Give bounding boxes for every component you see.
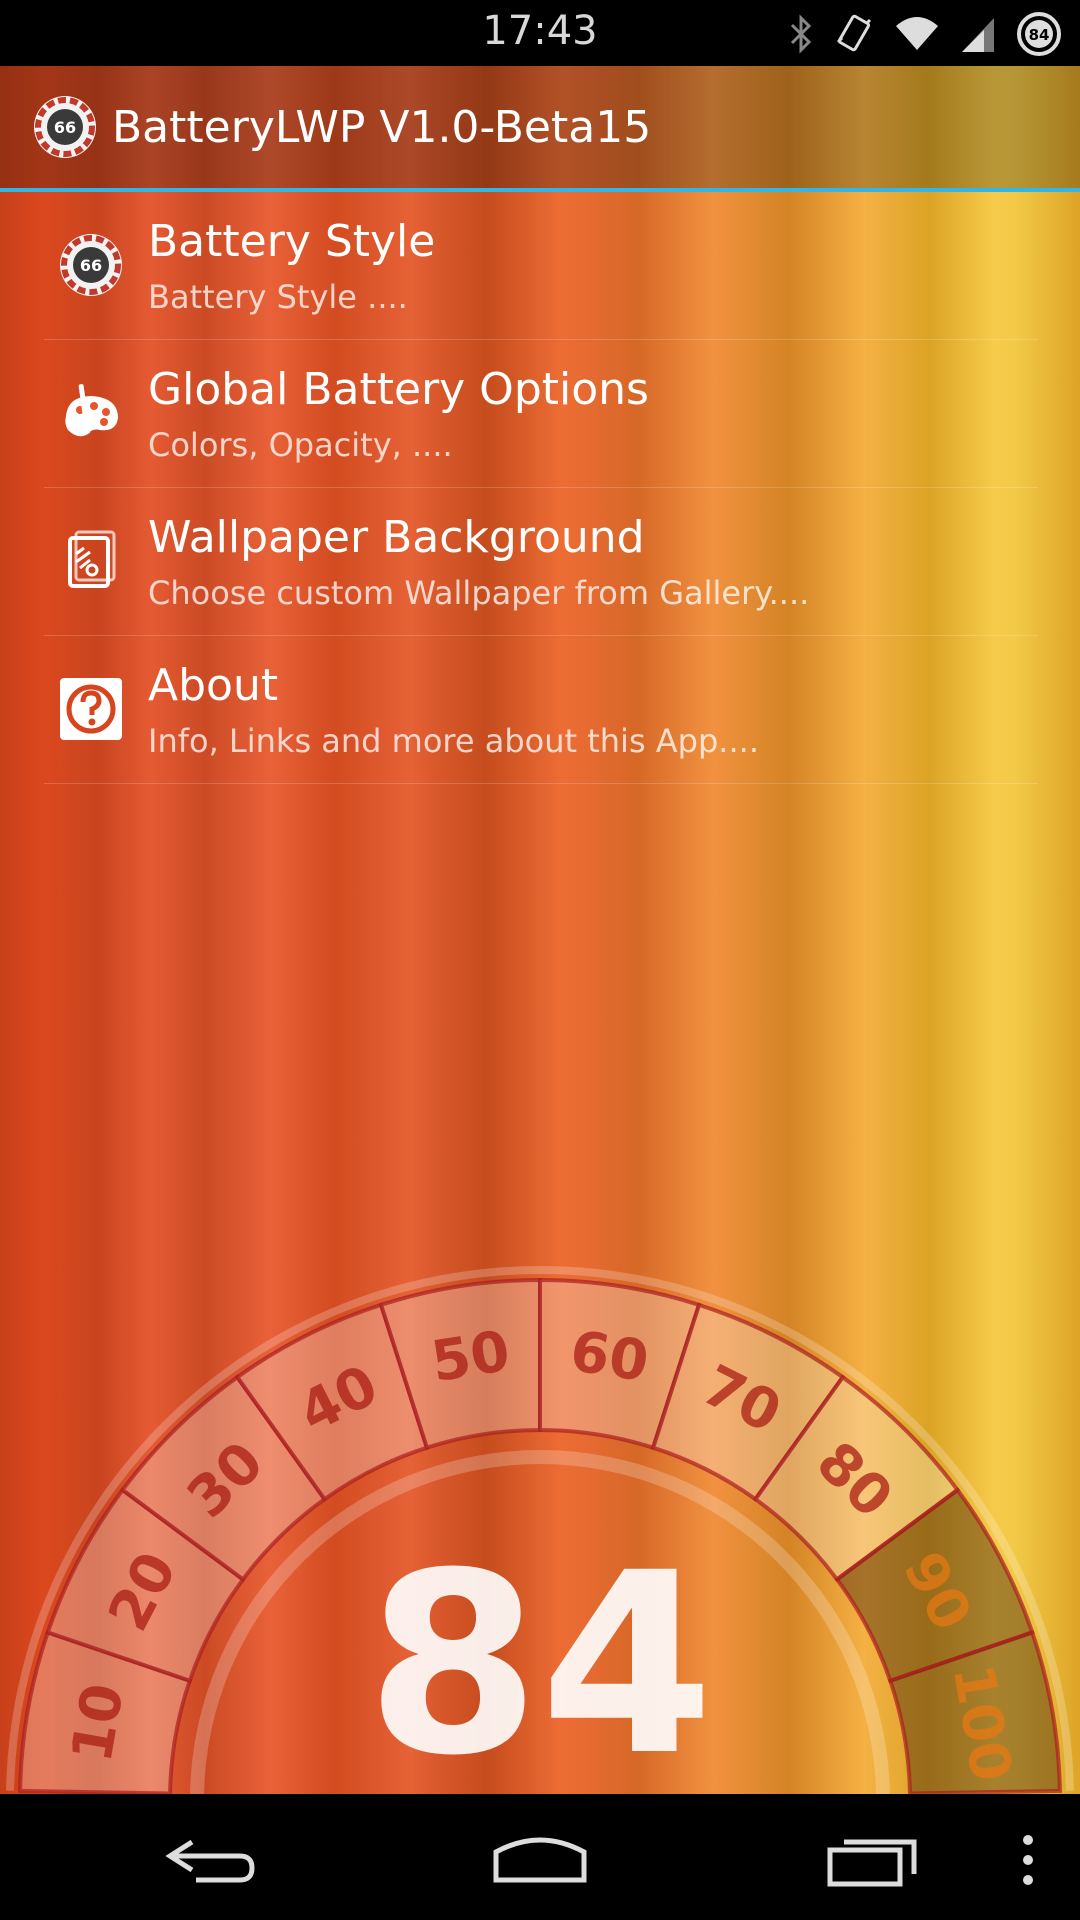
- menu-item-title: Global Battery Options: [148, 364, 649, 415]
- recents-icon[interactable]: [826, 1832, 922, 1888]
- wifi-icon: [896, 17, 938, 50]
- menu-item-title: Wallpaper Background: [148, 512, 645, 563]
- action-bar: 66 BatteryLWP V1.0-Beta15: [0, 66, 1080, 192]
- menu-item-subtitle: Info, Links and more about this App....: [148, 722, 759, 760]
- battery-level-value: 84: [366, 1519, 714, 1810]
- status-bar: 17:43 84: [0, 0, 1080, 66]
- gauge-tick-label: 50: [427, 1319, 514, 1395]
- status-icons: 84: [788, 10, 1062, 58]
- help-icon: [60, 678, 122, 740]
- menu-item-about[interactable]: About Info, Links and more about this Ap…: [44, 636, 1038, 784]
- signal-icon: [962, 18, 994, 52]
- settings-menu: 66 Battery Style Battery Style .... Glob…: [44, 192, 1038, 784]
- vibrate-icon: [836, 14, 872, 52]
- battery-style-badge: 66: [80, 256, 102, 275]
- bluetooth-icon: [790, 14, 812, 54]
- home-icon[interactable]: [490, 1832, 590, 1888]
- menu-item-title: Battery Style: [148, 216, 436, 267]
- menu-item-subtitle: Battery Style ....: [148, 278, 408, 316]
- menu-item-global-battery-options[interactable]: Global Battery Options Colors, Opacity, …: [44, 340, 1038, 488]
- gauge-tick-label: 60: [566, 1319, 653, 1395]
- menu-item-wallpaper-background[interactable]: Wallpaper Background Choose custom Wallp…: [44, 488, 1038, 636]
- battery-level-text: 84: [1029, 26, 1050, 44]
- menu-item-subtitle: Choose custom Wallpaper from Gallery....: [148, 574, 810, 612]
- navigation-bar: [0, 1794, 1080, 1920]
- wallpaper-icon: [68, 530, 116, 588]
- palette-icon: [65, 384, 118, 437]
- menu-item-title: About: [148, 660, 279, 711]
- menu-item-battery-style[interactable]: 66 Battery Style Battery Style ....: [44, 192, 1038, 340]
- battery-style-icon: 66: [60, 234, 122, 296]
- menu-item-subtitle: Colors, Opacity, ....: [148, 426, 453, 464]
- battery-icon: 84: [1017, 12, 1061, 56]
- overflow-icon[interactable]: [1016, 1832, 1040, 1888]
- app-logo-icon[interactable]: 66: [32, 94, 98, 160]
- back-icon[interactable]: [162, 1832, 258, 1888]
- app-logo-badge: 66: [54, 118, 76, 137]
- app-title: BatteryLWP V1.0-Beta15: [112, 102, 652, 153]
